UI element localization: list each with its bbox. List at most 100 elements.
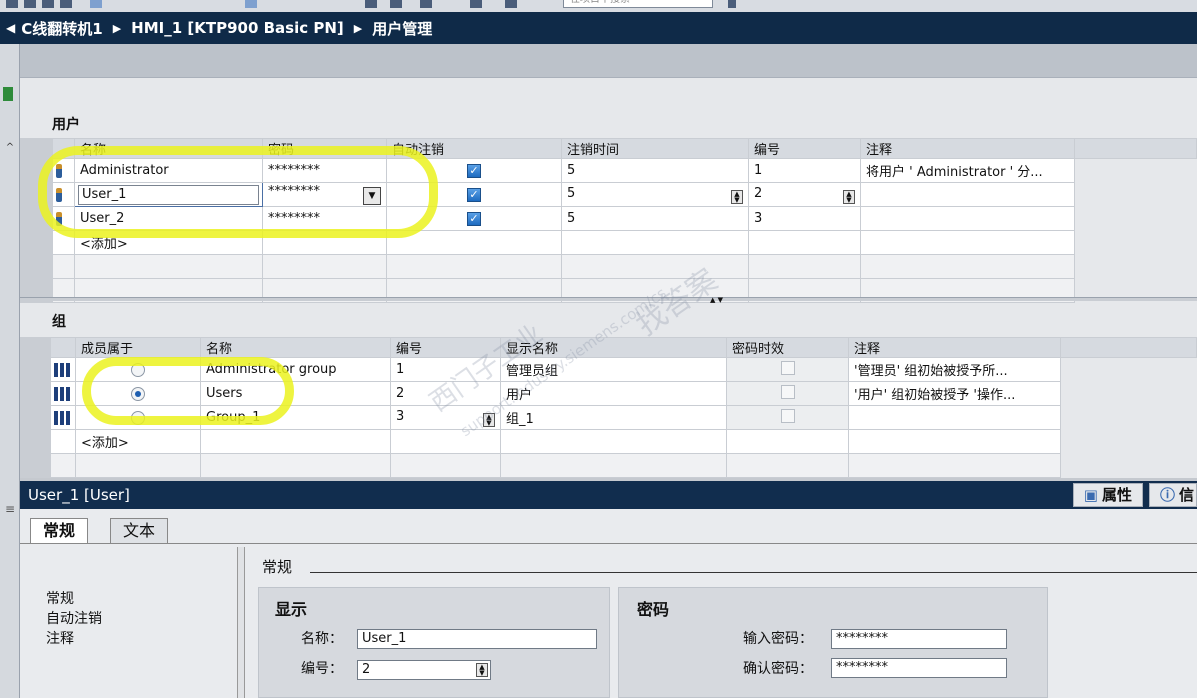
group-display-name-cell[interactable]: 用户 (500, 381, 727, 406)
tab-info[interactable]: ⓘ 信 (1148, 483, 1197, 507)
row-header-cell[interactable] (20, 158, 53, 183)
group-comment-cell[interactable]: '用户' 组初始被授予 '操作... (848, 381, 1061, 406)
row-header-cell[interactable] (20, 182, 53, 207)
password-aging-checkbox[interactable] (780, 360, 795, 375)
column-header[interactable]: 编号 (748, 138, 861, 159)
user-name-cell[interactable]: Administrator (74, 158, 263, 183)
user-number-spinner[interactable]: ▲ ▼ (843, 189, 855, 204)
member-cell[interactable] (75, 357, 201, 382)
table-row[interactable]: Administrator group 1 管理员组 '管理员' 组初始被授予所… (20, 357, 1197, 382)
column-header[interactable]: 编号 (390, 337, 501, 358)
password-aging-checkbox[interactable] (780, 408, 795, 423)
enter-password-input[interactable]: ******** (831, 629, 1007, 649)
project-search-input[interactable]: 在项目中搜索 (563, 0, 713, 8)
group-name-cell[interactable]: Group_1 (200, 405, 391, 430)
add-green-icon[interactable] (3, 87, 13, 101)
password-aging-cell[interactable] (726, 381, 849, 406)
table-row[interactable]: Group_1 3 ▲ ▼ 组_1 (20, 405, 1197, 430)
column-header[interactable]: 名称 (74, 138, 263, 159)
user-name-input[interactable]: User_1 (78, 184, 259, 205)
tab-text[interactable]: 文本 (110, 518, 169, 544)
member-cell[interactable] (75, 405, 201, 430)
auto-logoff-cell[interactable]: ✓ (386, 182, 562, 207)
logoff-time-spinner[interactable]: ▲ ▼ (731, 189, 743, 204)
column-header[interactable]: 密码时效 (726, 337, 849, 358)
breadcrumb-item[interactable]: 用户管理 (372, 18, 432, 39)
group-name-cell[interactable]: Administrator group (200, 357, 391, 382)
group-name-cell[interactable]: Users (200, 381, 391, 406)
add-group-button[interactable]: <添加> (75, 429, 201, 454)
row-header-cell[interactable] (20, 381, 51, 406)
name-input[interactable]: User_1 (357, 629, 597, 649)
user-comment-cell[interactable] (860, 182, 1075, 207)
table-row[interactable]: User_1 ******** ▼ ✓ 5 ▲ ▼ 2 ▲ ▼ (20, 182, 1197, 207)
auto-logoff-checkbox[interactable]: ✓ (467, 188, 481, 202)
group-number-cell[interactable]: 2 (390, 381, 501, 406)
search-go-icon[interactable] (728, 0, 736, 8)
nav-item-auto-logoff[interactable]: 自动注销 (46, 609, 102, 629)
copy-icon[interactable] (60, 0, 72, 8)
breadcrumb-item[interactable]: HMI_1 [KTP900 Basic PN] (131, 19, 344, 37)
group-number-cell[interactable]: 1 (390, 357, 501, 382)
password-aging-checkbox[interactable] (780, 384, 795, 399)
member-radio[interactable] (131, 362, 145, 377)
auto-logoff-cell[interactable]: ✓ (386, 206, 562, 231)
table-row[interactable]: Administrator ******** ✓ 5 1 将用户 ' Admin… (20, 158, 1197, 183)
column-header[interactable]: 自动注销 (386, 138, 562, 159)
auto-logoff-checkbox[interactable]: ✓ (467, 212, 481, 226)
number-spinner[interactable]: ▲ ▼ (476, 663, 488, 677)
auto-logoff-checkbox[interactable]: ✓ (467, 164, 481, 178)
logoff-time-cell[interactable]: 5 (561, 158, 749, 183)
chevron-left-icon[interactable]: ◀ (6, 21, 15, 35)
group-number-spinner[interactable]: ▲ ▼ (483, 412, 495, 427)
user-number-cell[interactable]: 3 (748, 206, 861, 231)
group-comment-cell[interactable]: '管理员' 组初始被授予所... (848, 357, 1061, 382)
row-header-cell[interactable] (20, 357, 51, 382)
member-radio[interactable] (131, 410, 145, 425)
user-name-cell-editing[interactable]: User_1 (74, 182, 263, 207)
group-number-cell[interactable]: 3 ▲ ▼ (390, 405, 501, 430)
splitter-arrow-icon[interactable]: ▲ ▼ (710, 296, 723, 304)
logoff-time-cell[interactable]: 5 (561, 206, 749, 231)
user-password-cell[interactable]: ******** ▼ (262, 182, 387, 207)
nav-item-general[interactable]: 常规 (46, 589, 102, 609)
table-row[interactable]: User_2 ******** ✓ 5 3 (20, 206, 1197, 231)
column-header[interactable]: 注释 (848, 337, 1061, 358)
user-number-cell[interactable]: 1 (748, 158, 861, 183)
user-comment-cell[interactable] (860, 206, 1075, 231)
add-group-row[interactable]: <添加> (20, 429, 1197, 454)
logoff-time-cell[interactable]: 5 ▲ ▼ (561, 182, 749, 207)
auto-logoff-cell[interactable]: ✓ (386, 158, 562, 183)
user-number-cell[interactable]: 2 ▲ ▼ (748, 182, 861, 207)
print-icon[interactable] (24, 0, 36, 8)
window-split-icon[interactable] (470, 0, 482, 8)
collapse-icon[interactable]: ^ (0, 142, 20, 172)
column-header[interactable]: 注释 (860, 138, 1075, 159)
confirm-password-input[interactable]: ******** (831, 658, 1007, 678)
member-cell[interactable] (75, 381, 201, 406)
online-icon[interactable] (420, 0, 432, 8)
group-comment-cell[interactable] (848, 405, 1061, 430)
user-comment-cell[interactable]: 将用户 ' Administrator ' 分... (860, 158, 1075, 183)
group-display-name-cell[interactable]: 管理员组 (500, 357, 727, 382)
user-password-cell[interactable]: ******** (262, 158, 387, 183)
add-user-button[interactable]: <添加> (74, 230, 263, 255)
column-header[interactable]: 密码 (262, 138, 387, 159)
undo-icon[interactable] (90, 0, 102, 8)
row-header-cell[interactable] (20, 405, 51, 430)
cut-icon[interactable] (42, 0, 54, 8)
save-icon[interactable] (6, 0, 18, 8)
table-row[interactable]: Users 2 用户 '用户' 组初始被授予 '操作... (20, 381, 1197, 406)
column-header[interactable]: 名称 (200, 337, 391, 358)
breadcrumb-item[interactable]: C线翻转机1 (21, 18, 102, 39)
download-icon[interactable] (390, 0, 402, 8)
menu-lines-icon[interactable]: ≡ (0, 502, 20, 532)
row-header-cell[interactable] (20, 206, 53, 231)
user-password-cell[interactable]: ******** (262, 206, 387, 231)
password-dropdown-button[interactable]: ▼ (363, 187, 381, 205)
nav-splitter[interactable] (237, 547, 245, 698)
member-radio-selected[interactable] (131, 386, 145, 401)
user-name-cell[interactable]: User_2 (74, 206, 263, 231)
number-stepper[interactable]: 2 ▲ ▼ (357, 660, 491, 680)
compile-icon[interactable] (365, 0, 377, 8)
